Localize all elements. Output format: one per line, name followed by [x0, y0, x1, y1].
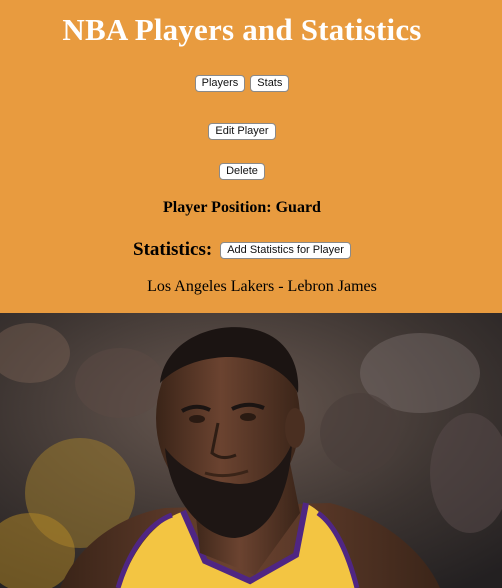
page-title: NBA Players and Statistics	[62, 12, 422, 47]
add-statistics-button[interactable]: Add Statistics for Player	[220, 241, 351, 259]
players-button[interactable]: Players	[194, 75, 246, 92]
statistics-row: Statistics: Add Statistics for Player	[0, 239, 484, 261]
nav-buttons: Players Stats	[0, 73, 484, 92]
edit-player-button[interactable]: Edit Player	[208, 123, 276, 140]
player-position: Player Position: Guard	[163, 199, 321, 216]
stats-button[interactable]: Stats	[250, 75, 290, 92]
delete-row: Delete	[0, 161, 484, 180]
delete-button[interactable]: Delete	[219, 163, 265, 180]
edit-row: Edit Player	[0, 121, 484, 140]
player-team-and-name: Los Angeles Lakers - Lebron James	[147, 278, 377, 295]
statistics-label: Statistics:	[133, 239, 213, 260]
player-photo	[0, 313, 502, 588]
